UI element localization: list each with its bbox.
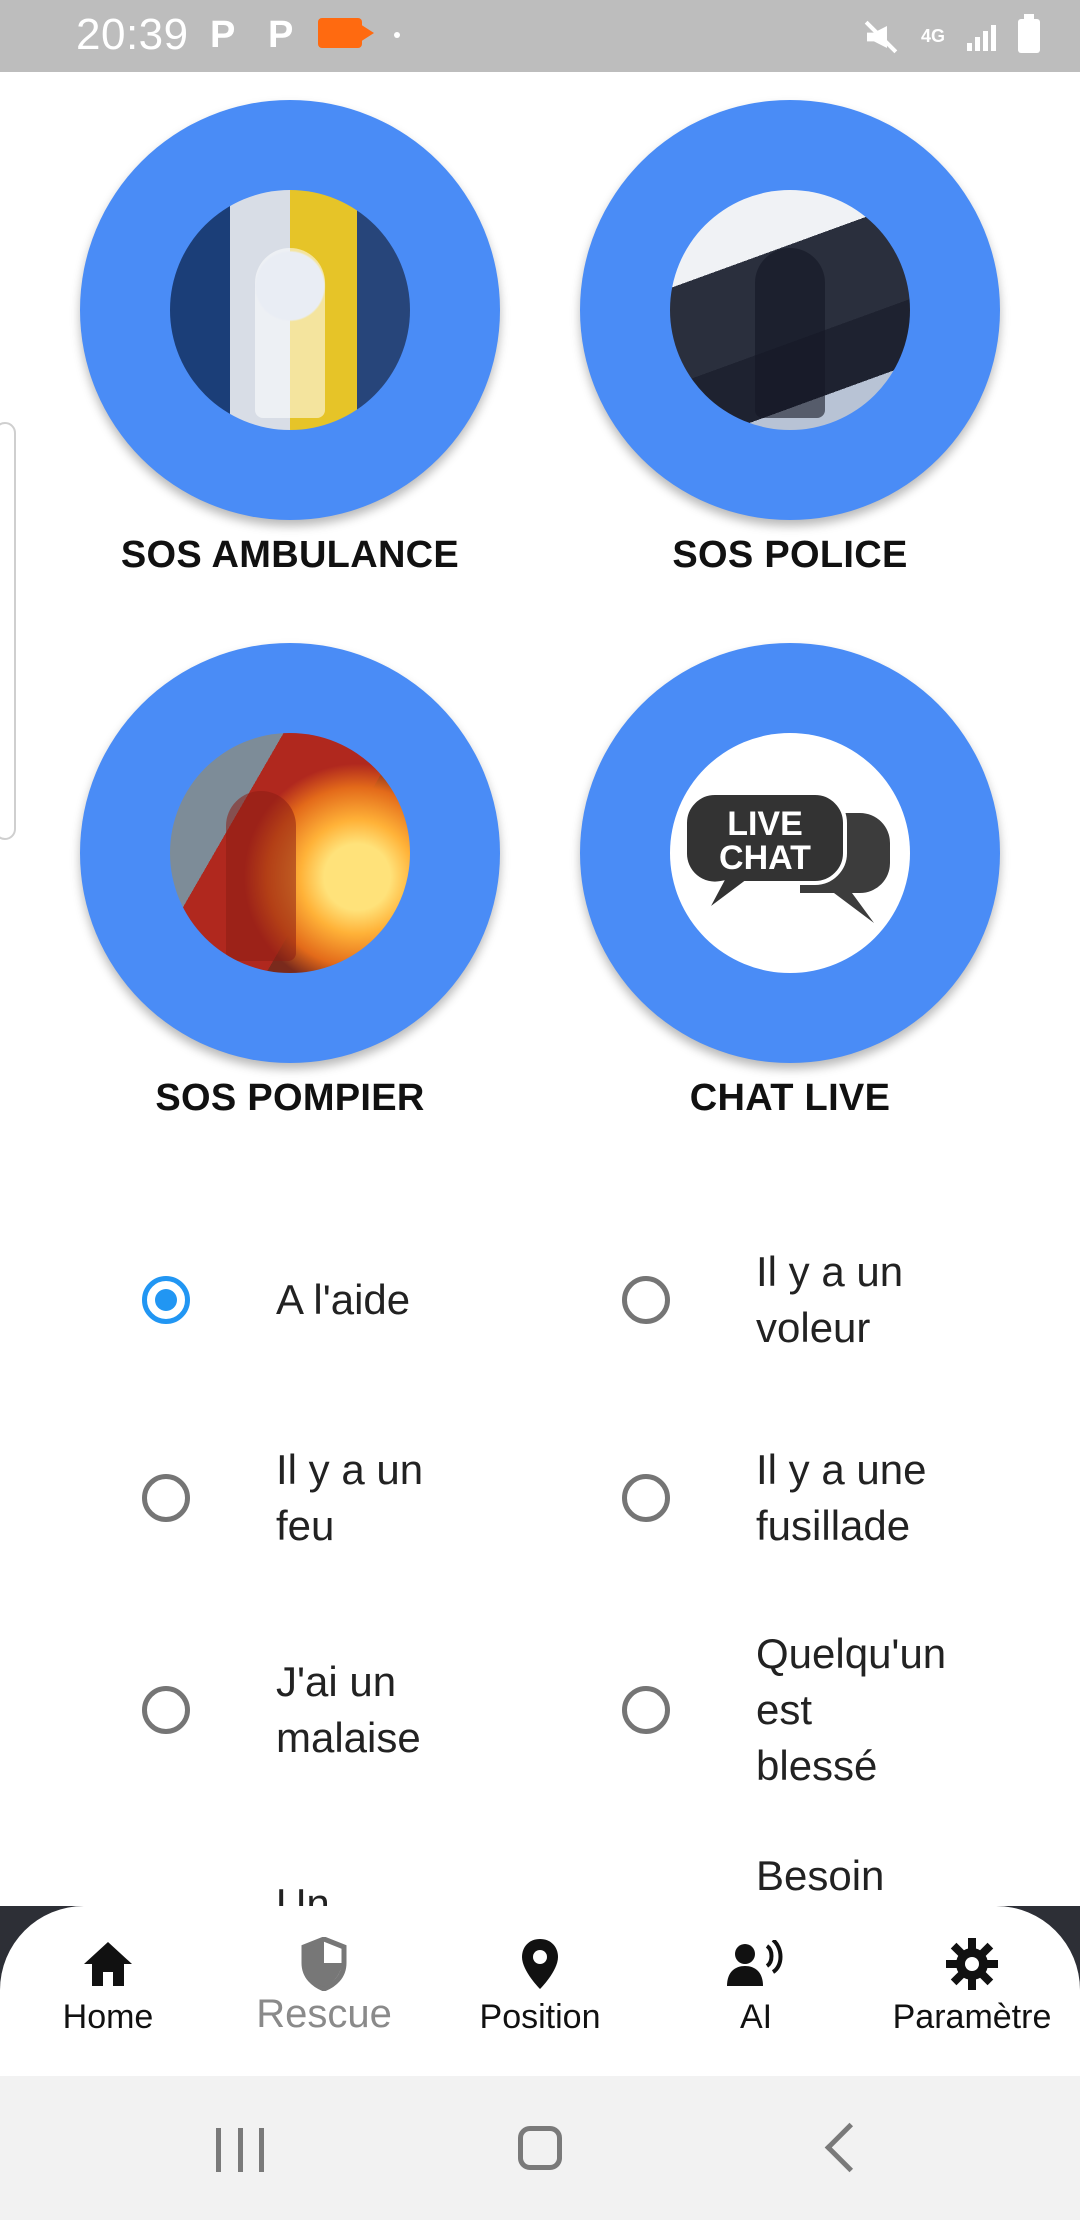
chat-live-ring[interactable]: LIVE CHAT [580, 643, 1000, 1063]
sos-pompier-ring[interactable] [80, 643, 500, 1063]
police-photo [670, 190, 910, 430]
option-label: Besoin [756, 1852, 885, 1899]
nav-ai[interactable]: AI [656, 1906, 856, 2037]
firefighter-photo [170, 733, 410, 973]
option-besoin[interactable]: Besoin [622, 1848, 884, 1904]
sos-ambulance-label: SOS AMBULANCE [120, 534, 460, 576]
location-pin-icon [440, 1936, 640, 1992]
nav-parametre-label: Paramètre [892, 1998, 1052, 2036]
option-blesse[interactable]: Quelqu'un est blessé [622, 1626, 946, 1794]
radio-button[interactable] [622, 1686, 670, 1734]
video-record-icon [318, 18, 374, 48]
nav-home-label: Home [62, 1998, 154, 2036]
svg-text:LIVE: LIVE [727, 805, 803, 843]
sos-pompier-label: SOS POMPIER [155, 1077, 425, 1119]
option-label: Quelqu'un est blessé [756, 1630, 947, 1789]
parking-icon: P [268, 14, 294, 56]
nav-ai-label: AI [739, 1998, 773, 2036]
option-label: Il y a une fusillade [756, 1446, 927, 1549]
status-time: 20:39 [76, 10, 189, 59]
option-malaise[interactable]: J'ai un malaise [142, 1654, 421, 1766]
nav-parametre[interactable]: Paramètre [872, 1906, 1072, 2037]
parking-icon: P [210, 14, 236, 56]
mute-icon [863, 18, 899, 54]
option-voleur[interactable]: Il y a un voleur [622, 1244, 903, 1356]
nav-rescue-label: Rescue [256, 1992, 392, 2036]
radio-button[interactable] [622, 1474, 670, 1522]
home-button-icon[interactable] [518, 2126, 562, 2170]
home-icon [8, 1936, 208, 1992]
nav-home[interactable]: Home [8, 1906, 208, 2037]
sos-police-button[interactable]: SOS POLICE [580, 100, 1000, 577]
signal-icon [967, 21, 996, 51]
option-label: J'ai un malaise [276, 1658, 421, 1761]
option-label: Il y a un voleur [756, 1248, 904, 1351]
system-navigation-bar [0, 2076, 1080, 2220]
chat-live-label: CHAT LIVE [689, 1077, 891, 1119]
voice-person-icon [656, 1936, 856, 1992]
option-a-laide[interactable]: A l'aide [142, 1272, 410, 1328]
sos-police-ring[interactable] [580, 100, 1000, 520]
edge-panel-handle[interactable] [0, 422, 16, 840]
live-chat-icon: LIVE CHAT [670, 733, 910, 973]
chat-live-button[interactable]: LIVE CHAT CHAT LIVE [580, 643, 1000, 1120]
radio-button-checked[interactable] [142, 1276, 190, 1324]
sos-pompier-button[interactable]: SOS POMPIER [80, 643, 500, 1120]
shield-icon [224, 1936, 424, 1992]
option-feu[interactable]: Il y a un feu [142, 1442, 423, 1554]
option-label: Il y a un feu [276, 1446, 424, 1549]
bottom-navigation: Home Rescue Position AI Paramètre [0, 1906, 1080, 2076]
nav-position[interactable]: Position [440, 1906, 640, 2037]
svg-text:CHAT: CHAT [719, 839, 811, 877]
option-label: A l'aide [276, 1276, 411, 1323]
battery-icon [1018, 14, 1040, 53]
radio-button[interactable] [622, 1276, 670, 1324]
sos-police-label: SOS POLICE [672, 534, 908, 576]
gear-icon [872, 1936, 1072, 1992]
nav-rescue[interactable]: Rescue [224, 1906, 424, 2037]
ambulance-photo [170, 190, 410, 430]
radio-button[interactable] [142, 1474, 190, 1522]
notification-dot-icon [394, 32, 400, 38]
sos-ambulance-ring[interactable] [80, 100, 500, 520]
radio-button[interactable] [142, 1686, 190, 1734]
nav-position-label: Position [479, 1998, 601, 2036]
back-icon[interactable] [824, 2122, 875, 2173]
4g-icon: 4G [920, 26, 945, 46]
sos-ambulance-button[interactable]: SOS AMBULANCE [80, 100, 500, 577]
recents-icon[interactable] [216, 2128, 264, 2172]
option-fusillade[interactable]: Il y a une fusillade [622, 1442, 926, 1554]
status-bar: 20:39 P P 4G [0, 0, 1080, 72]
